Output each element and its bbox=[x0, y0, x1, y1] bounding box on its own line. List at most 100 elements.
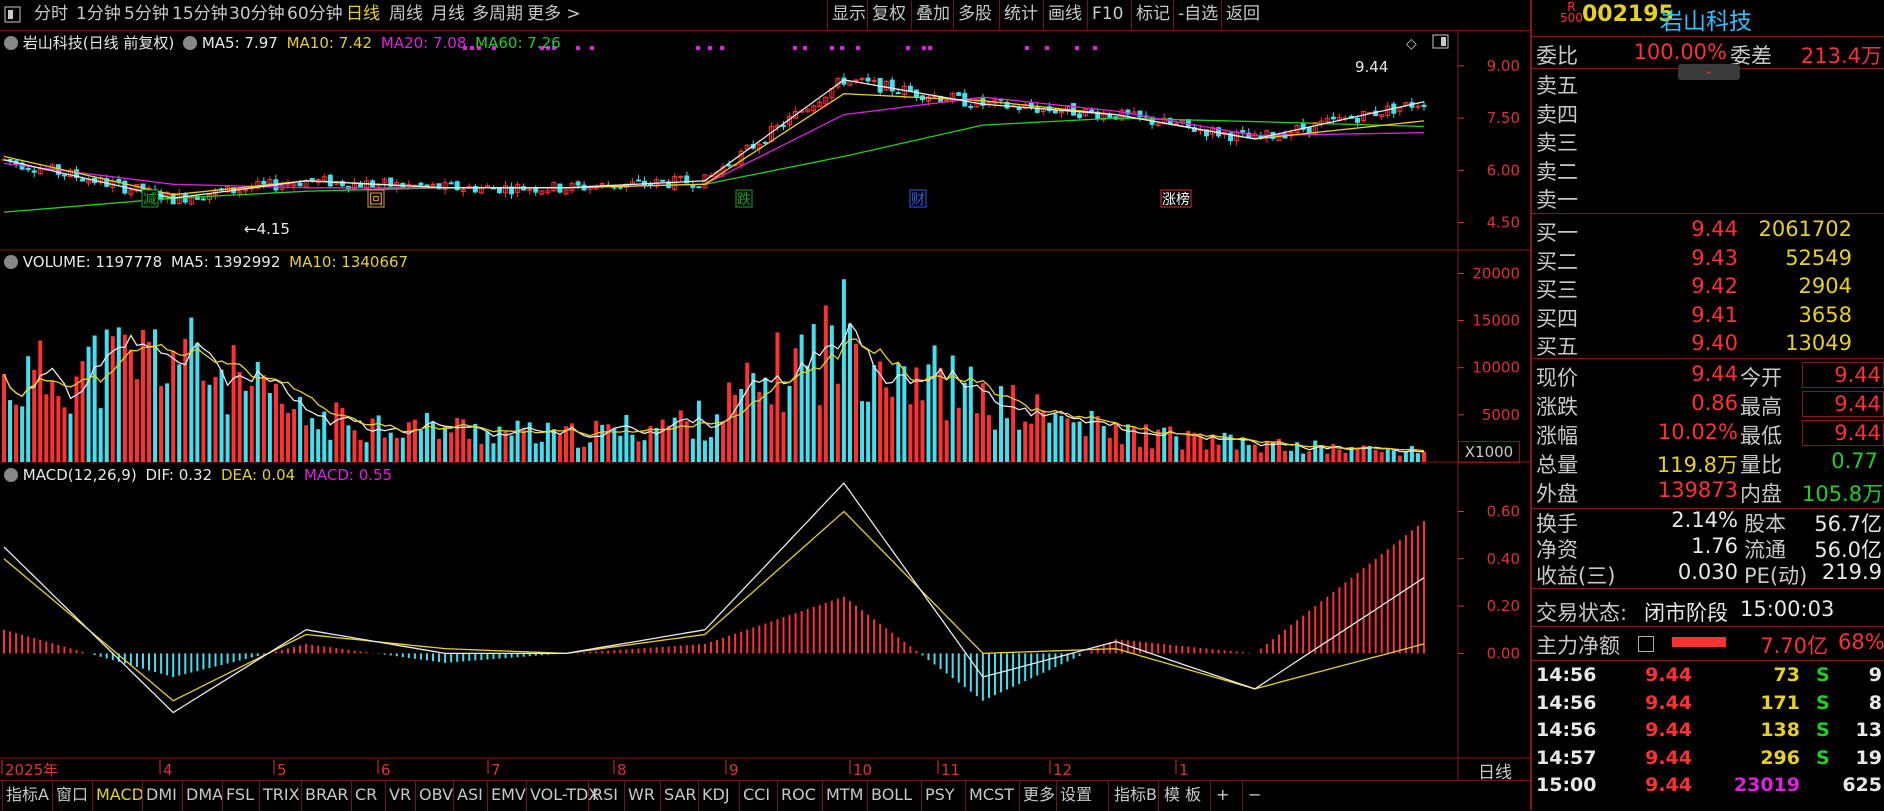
toolbar-button-8[interactable]: -自选 bbox=[1178, 0, 1218, 30]
volume-bar bbox=[68, 413, 73, 462]
indicator-tab-6[interactable]: TRIX bbox=[263, 781, 300, 811]
collapse-icon[interactable] bbox=[4, 36, 18, 50]
toolbar-button-3[interactable]: 多股 bbox=[958, 0, 992, 30]
event-tag[interactable]: 跌 bbox=[737, 192, 751, 208]
period-tab-10[interactable]: 更多 > bbox=[527, 0, 581, 30]
toolbar-button-5[interactable]: 画线 bbox=[1048, 0, 1082, 30]
signal-marker bbox=[793, 46, 797, 50]
event-tag[interactable]: 回 bbox=[369, 192, 383, 208]
indicator-tab-16[interactable]: SAR bbox=[664, 781, 697, 811]
tick-volume: 23019 bbox=[1733, 774, 1800, 796]
indicator-tab-12[interactable]: EMV bbox=[491, 781, 526, 811]
volume-bar bbox=[1101, 426, 1106, 462]
volume-bar bbox=[1083, 436, 1088, 462]
volume-bar bbox=[388, 432, 393, 462]
indicator-tab-3[interactable]: DMI bbox=[146, 781, 177, 811]
volume-axis-label: 5000 bbox=[1482, 406, 1520, 424]
indicator-tab-18[interactable]: CCI bbox=[743, 781, 770, 811]
toolbar-button-4[interactable]: 统计 bbox=[1004, 0, 1038, 30]
indicator-tab-19[interactable]: ROC bbox=[781, 781, 816, 811]
indicator-tab-17[interactable]: KDJ bbox=[702, 781, 730, 811]
buy-level-price: 9.42 bbox=[1691, 274, 1738, 298]
indicator-tab-14[interactable]: RSI bbox=[592, 781, 618, 811]
bottom-right-button-0[interactable]: 指标B bbox=[1114, 781, 1157, 811]
volume-bar bbox=[14, 404, 19, 462]
indicator-tab-24[interactable]: 更多 bbox=[1023, 781, 1055, 811]
indicator-tab-5[interactable]: FSL bbox=[226, 781, 254, 811]
panel-toggle-icon[interactable] bbox=[1432, 34, 1450, 54]
candle-body bbox=[1355, 117, 1361, 123]
buy-level-price: 9.40 bbox=[1691, 331, 1738, 355]
tick-time: 14:56 bbox=[1536, 691, 1597, 714]
candle-body bbox=[297, 182, 303, 187]
list-icon[interactable] bbox=[1638, 636, 1654, 652]
collapse-icon[interactable] bbox=[4, 255, 18, 269]
indicator-tab-1[interactable]: 窗口 bbox=[56, 781, 88, 811]
bottom-right-button-2[interactable]: + bbox=[1216, 781, 1229, 811]
period-tab-6[interactable]: 日线 bbox=[346, 0, 380, 30]
period-tab-1[interactable]: 1分钟 bbox=[76, 0, 121, 30]
bottom-right-button-3[interactable]: − bbox=[1248, 781, 1261, 811]
candle-body bbox=[1173, 122, 1179, 125]
volume-bar bbox=[80, 361, 85, 462]
period-tab-3[interactable]: 15分钟 bbox=[172, 0, 228, 30]
indicator-tab-4[interactable]: DMA bbox=[186, 781, 223, 811]
tick-time: 15:00 bbox=[1536, 774, 1597, 796]
weibi-value: 100.00% bbox=[1633, 40, 1727, 64]
indicator-tab-7[interactable]: BRAR bbox=[305, 781, 349, 811]
collapse-icon[interactable] bbox=[4, 468, 18, 482]
buy-level-price: 9.41 bbox=[1691, 302, 1738, 327]
event-tag[interactable]: 减 bbox=[143, 192, 157, 208]
indicator-tab-23[interactable]: MCST bbox=[969, 781, 1014, 811]
volume-bar bbox=[304, 425, 309, 462]
indicator-tab-21[interactable]: BOLL bbox=[871, 781, 912, 811]
diamond-icon[interactable]: ◇ bbox=[1406, 36, 1417, 52]
stock-name[interactable]: 岩山科技 bbox=[1660, 2, 1752, 36]
period-tab-5[interactable]: 60分钟 bbox=[287, 0, 343, 30]
tick-price: 9.44 bbox=[1645, 664, 1692, 686]
badge-bottom: 500 bbox=[1560, 11, 1583, 25]
period-tab-8[interactable]: 月线 bbox=[431, 0, 465, 30]
signal-marker bbox=[856, 46, 860, 50]
toolbar-button-1[interactable]: 复权 bbox=[872, 0, 906, 30]
indicator-tab-20[interactable]: MTM bbox=[826, 781, 863, 811]
indicator-tab-15[interactable]: WR bbox=[628, 781, 655, 811]
toolbar-button-0[interactable]: 显示 bbox=[832, 0, 866, 30]
period-tab-0[interactable]: 分时 bbox=[34, 0, 68, 30]
volume-bar bbox=[721, 420, 726, 462]
menu-icon[interactable] bbox=[4, 0, 24, 30]
candle-body bbox=[859, 77, 865, 80]
indicator-tab-22[interactable]: PSY bbox=[925, 781, 955, 811]
volume-bar bbox=[769, 404, 774, 462]
toolbar-button-2[interactable]: 叠加 bbox=[916, 0, 950, 30]
event-tag[interactable]: 涨榜 bbox=[1162, 191, 1190, 208]
period-tab-4[interactable]: 30分钟 bbox=[229, 0, 285, 30]
indicator-tab-2[interactable]: MACD bbox=[96, 781, 144, 811]
candle-body bbox=[527, 188, 533, 191]
bottom-right-button-1[interactable]: 模 板 bbox=[1164, 781, 1201, 811]
toolbar-button-6[interactable]: F10 bbox=[1092, 0, 1123, 30]
indicator-tab-11[interactable]: ASI bbox=[457, 781, 483, 811]
chart-settings-icon[interactable] bbox=[183, 36, 198, 50]
volume-bar bbox=[177, 364, 182, 462]
chart-area[interactable]: 9.00 7.50 6.00 4.50 减 回 跌 财 涨榜 20000 15000 10000 500… bbox=[0, 30, 1530, 780]
indicator-tab-0[interactable]: 指标A bbox=[6, 781, 49, 811]
volume-bar bbox=[576, 447, 581, 462]
volume-bar bbox=[431, 422, 436, 462]
volume-bar bbox=[382, 437, 387, 462]
fundamental-value: 0.030 bbox=[1677, 560, 1738, 584]
indicator-tab-9[interactable]: VR bbox=[389, 781, 411, 811]
expand-icon[interactable]: ⌄ bbox=[1678, 64, 1740, 80]
volume-bar bbox=[521, 428, 526, 462]
period-tab-7[interactable]: 周线 bbox=[389, 0, 423, 30]
toolbar-button-9[interactable]: 返回 bbox=[1226, 0, 1260, 30]
quote-value: 0.86 bbox=[1691, 391, 1738, 415]
period-tab-2[interactable]: 5分钟 bbox=[124, 0, 169, 30]
event-tag[interactable]: 财 bbox=[911, 192, 925, 208]
indicator-tab-25[interactable]: 设置 bbox=[1060, 781, 1092, 811]
indicator-tab-8[interactable]: CR bbox=[355, 781, 377, 811]
indicator-tab-10[interactable]: OBV bbox=[419, 781, 453, 811]
toolbar-button-7[interactable]: 标记 bbox=[1136, 0, 1170, 30]
period-tab-9[interactable]: 多周期 bbox=[472, 0, 523, 30]
candle-body bbox=[889, 79, 895, 92]
